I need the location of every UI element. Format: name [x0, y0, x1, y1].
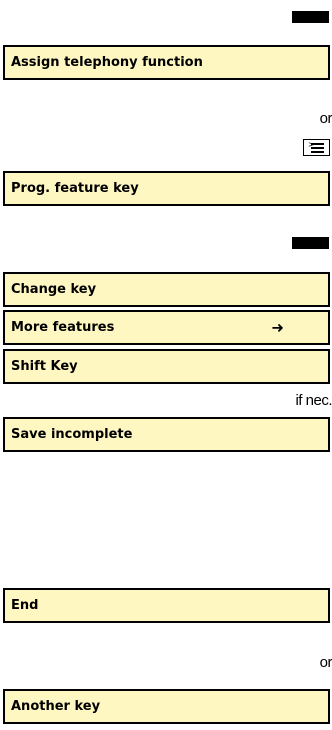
- menu-item-label: More features: [11, 320, 115, 335]
- arrow-right-icon: ➜: [271, 318, 284, 337]
- menu-item-assign-telephony-function[interactable]: Assign telephony function: [3, 45, 330, 80]
- menu-item-more-features[interactable]: More features ➜: [3, 310, 330, 345]
- menu-item-another-key[interactable]: Another key: [3, 689, 330, 724]
- menu-item-shift-key[interactable]: Shift Key: [3, 349, 330, 384]
- note-if-nec: if nec.: [295, 392, 332, 409]
- note-or-2: or: [319, 654, 332, 671]
- menu-item-label: Save incomplete: [11, 427, 133, 442]
- menu-key-icon[interactable]: >: [303, 139, 330, 156]
- menu-item-label: Change key: [11, 282, 97, 297]
- menu-item-label: Shift Key: [11, 359, 78, 374]
- menu-item-save-incomplete[interactable]: Save incomplete: [3, 417, 330, 452]
- menu-item-label: End: [11, 598, 39, 613]
- menu-item-label: Assign telephony function: [11, 55, 203, 70]
- menu-item-label: Prog. feature key: [11, 181, 139, 196]
- menu-item-change-key[interactable]: Change key: [3, 272, 330, 307]
- menu-item-label: Another key: [11, 699, 101, 714]
- menu-item-prog-feature-key[interactable]: Prog. feature key: [3, 171, 330, 206]
- function-key-icon-middle: [292, 237, 329, 249]
- function-key-icon-top: [292, 11, 329, 23]
- menu-item-end[interactable]: End: [3, 588, 330, 623]
- note-or-1: or: [319, 110, 332, 127]
